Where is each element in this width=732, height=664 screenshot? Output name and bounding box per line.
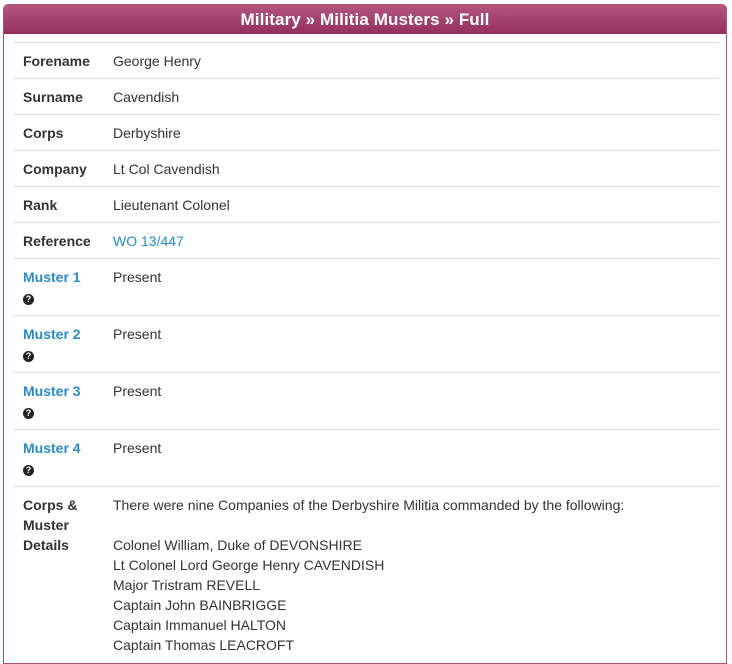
table-row: Company Lt Col Cavendish bbox=[14, 150, 719, 187]
record-table: Forename George Henry Surname Cavendish … bbox=[14, 42, 719, 655]
muster-3-link[interactable]: Muster 3 bbox=[23, 383, 81, 399]
row-value-rank: Lieutenant Colonel bbox=[113, 186, 719, 223]
officer-line: Major Tristram REVELL bbox=[113, 577, 261, 593]
record-panel: Military » Militia Musters » Full Forena… bbox=[3, 4, 727, 664]
details-label-line: Corps & bbox=[23, 497, 78, 513]
row-label-company: Company bbox=[14, 150, 113, 187]
officer-line: Captain Immanuel HALTON bbox=[113, 617, 286, 633]
table-row: Surname Cavendish bbox=[14, 78, 719, 115]
muster-label-cell: Muster 4 ? bbox=[14, 429, 113, 487]
help-icon[interactable]: ? bbox=[23, 465, 34, 476]
details-label-line: Muster bbox=[23, 517, 69, 533]
row-value-surname: Cavendish bbox=[113, 78, 719, 115]
muster-4-link[interactable]: Muster 4 bbox=[23, 440, 81, 456]
table-row: Muster 3 ? Present bbox=[14, 372, 719, 430]
panel-title: Military » Militia Musters » Full bbox=[4, 5, 726, 34]
table-row: Muster 2 ? Present bbox=[14, 315, 719, 373]
officer-line: Captain Thomas LEACROFT bbox=[113, 637, 295, 653]
details-label-line: Details bbox=[23, 537, 69, 553]
muster-1-link[interactable]: Muster 1 bbox=[23, 269, 81, 285]
record-table-wrap: Forename George Henry Surname Cavendish … bbox=[14, 42, 719, 655]
details-value: There were nine Companies of the Derbysh… bbox=[113, 486, 719, 655]
details-intro: There were nine Companies of the Derbysh… bbox=[113, 497, 625, 513]
muster-2-value: Present bbox=[113, 315, 719, 373]
row-label-rank: Rank bbox=[14, 186, 113, 223]
details-label: Corps & Muster Details bbox=[14, 486, 113, 655]
table-row: Muster 1 ? Present bbox=[14, 258, 719, 316]
row-label-corps: Corps bbox=[14, 114, 113, 151]
table-row: Forename George Henry bbox=[14, 42, 719, 79]
help-icon[interactable]: ? bbox=[23, 408, 34, 419]
muster-label-cell: Muster 1 ? bbox=[14, 258, 113, 316]
table-row: Corps & Muster Details There were nine C… bbox=[14, 486, 719, 655]
row-value-forename: George Henry bbox=[113, 42, 719, 79]
row-label-reference: Reference bbox=[14, 222, 113, 259]
muster-4-value: Present bbox=[113, 429, 719, 487]
row-label-surname: Surname bbox=[14, 78, 113, 115]
table-row: Muster 4 ? Present bbox=[14, 429, 719, 487]
table-row: Rank Lieutenant Colonel bbox=[14, 186, 719, 223]
officer-line: Lt Colonel Lord George Henry CAVENDISH bbox=[113, 557, 385, 573]
row-value-corps: Derbyshire bbox=[113, 114, 719, 151]
row-label-forename: Forename bbox=[14, 42, 113, 79]
officer-line: Captain John BAINBRIGGE bbox=[113, 597, 287, 613]
help-icon[interactable]: ? bbox=[23, 294, 34, 305]
row-value-reference: WO 13/447 bbox=[113, 222, 719, 259]
table-row: Corps Derbyshire bbox=[14, 114, 719, 151]
muster-label-cell: Muster 3 ? bbox=[14, 372, 113, 430]
help-icon[interactable]: ? bbox=[23, 351, 34, 362]
table-row: Reference WO 13/447 bbox=[14, 222, 719, 259]
reference-link[interactable]: WO 13/447 bbox=[113, 233, 184, 249]
muster-2-link[interactable]: Muster 2 bbox=[23, 326, 81, 342]
row-value-company: Lt Col Cavendish bbox=[113, 150, 719, 187]
muster-label-cell: Muster 2 ? bbox=[14, 315, 113, 373]
muster-3-value: Present bbox=[113, 372, 719, 430]
muster-1-value: Present bbox=[113, 258, 719, 316]
officer-line: Colonel William, Duke of DEVONSHIRE bbox=[113, 537, 362, 553]
